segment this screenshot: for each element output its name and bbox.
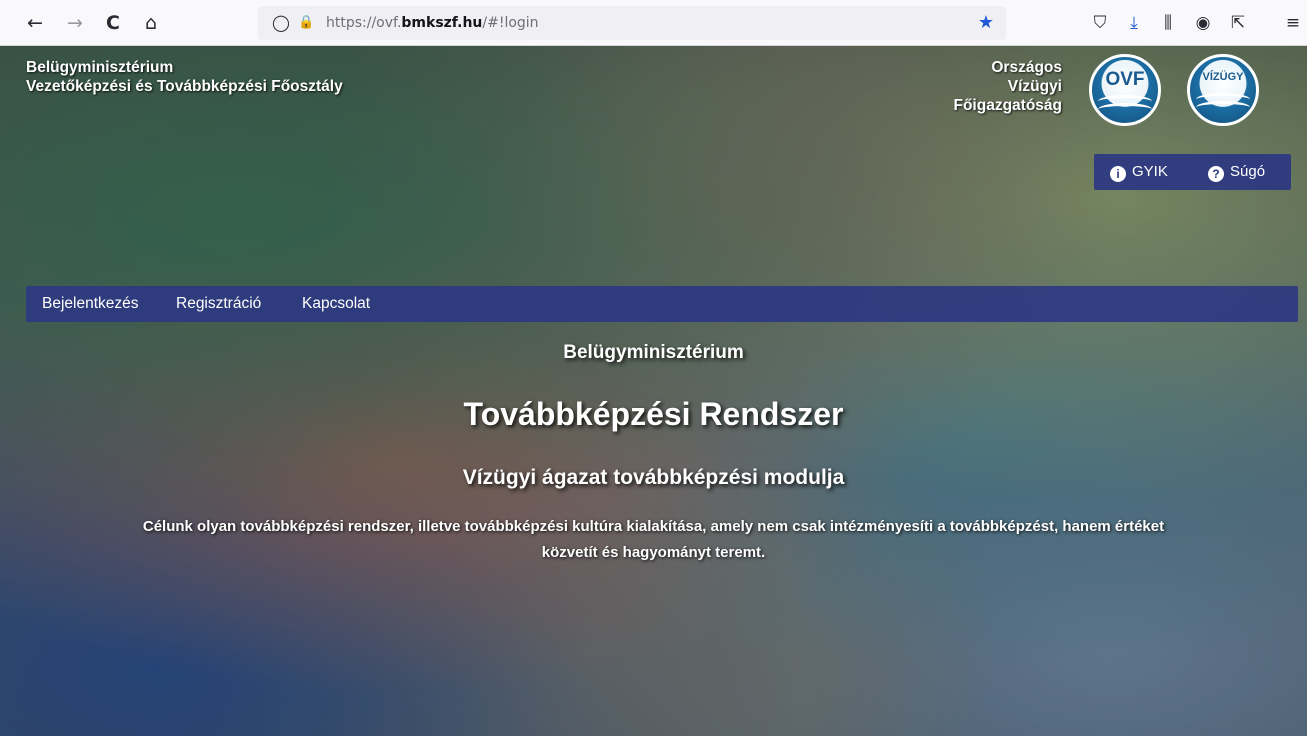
vizugy-logo-text: VÍZÜGY (1202, 71, 1244, 83)
forward-button[interactable]: → (60, 8, 90, 38)
hero-ministry: Belügyminisztérium (563, 342, 744, 363)
help-label: Súgó (1230, 163, 1266, 180)
tracking-shield-icon[interactable]: ◯ (272, 6, 290, 40)
ovf-name-line1: Országos (991, 59, 1062, 76)
bookmark-star-icon[interactable]: ★ (978, 6, 994, 40)
vizugy-logo[interactable]: VÍZÜGY (1187, 54, 1259, 126)
background-shade (0, 46, 1307, 736)
account-icon[interactable]: ◉ (1189, 9, 1217, 37)
library-icon[interactable]: ⫼ (1154, 9, 1182, 37)
hero-description-line2: közvetít és hagyományt teremt. (541, 544, 766, 561)
help-bar: i GYIK ? Súgó (1094, 154, 1291, 190)
home-button[interactable]: ⌂ (136, 8, 166, 38)
org-name-line2: Vezetőképzési és Továbbképzési Főosztály (26, 78, 343, 95)
reload-button[interactable]: C (98, 8, 128, 38)
downloads-icon[interactable]: ⤓ (1120, 9, 1148, 37)
hero-description: Célunk olyan továbbképzési rendszer, ill… (90, 514, 1217, 566)
org-name: Belügyminisztérium Vezetőképzési és Tová… (26, 58, 343, 96)
faq-label: GYIK (1132, 163, 1168, 180)
nav-contact[interactable]: Kapcsolat (302, 286, 370, 322)
ovf-name-line3: Főigazgatóság (953, 97, 1062, 114)
logo-wave-icon (1098, 103, 1152, 116)
info-icon: i (1110, 166, 1126, 182)
ovf-name: Országos Vízügyi Főigazgatóság (953, 58, 1062, 115)
org-name-line1: Belügyminisztérium (26, 59, 174, 76)
pocket-icon[interactable]: ⛉ (1086, 9, 1114, 37)
back-button[interactable]: ← (20, 8, 50, 38)
lock-icon[interactable]: 🔒 (298, 6, 314, 40)
hero-subtitle: Vízügyi ágazat továbbképzési modulja (462, 466, 845, 489)
menu-icon[interactable]: ≡ (1279, 9, 1307, 37)
main-nav: Bejelentkezés Regisztráció Kapcsolat (26, 286, 1298, 322)
ovf-logo[interactable]: OVF (1089, 54, 1161, 126)
help-link[interactable]: ? Súgó (1208, 154, 1265, 190)
faq-link[interactable]: i GYIK (1110, 154, 1168, 190)
page-background: Belügyminisztérium Vezetőképzési és Tová… (0, 46, 1307, 736)
url-text[interactable]: https://ovf.bmkszf.hu/#!login (326, 6, 539, 40)
browser-toolbar: ← → C ⌂ ◯ 🔒 https://ovf.bmkszf.hu/#!logi… (0, 0, 1307, 46)
extensions-icon[interactable]: ⇱ (1224, 9, 1252, 37)
nav-login[interactable]: Bejelentkezés (42, 286, 139, 322)
nav-register[interactable]: Regisztráció (176, 286, 261, 322)
ovf-logo-text: OVF (1105, 69, 1145, 90)
hero-title: Továbbképzési Rendszer (463, 396, 844, 432)
question-icon: ? (1208, 166, 1224, 182)
ovf-name-line2: Vízügyi (1007, 78, 1062, 95)
logo-wave-icon (1196, 101, 1250, 114)
hero-description-line1: Célunk olyan továbbképzési rendszer, ill… (142, 518, 1165, 535)
address-bar[interactable]: ◯ 🔒 https://ovf.bmkszf.hu/#!login ★ (258, 6, 1006, 40)
